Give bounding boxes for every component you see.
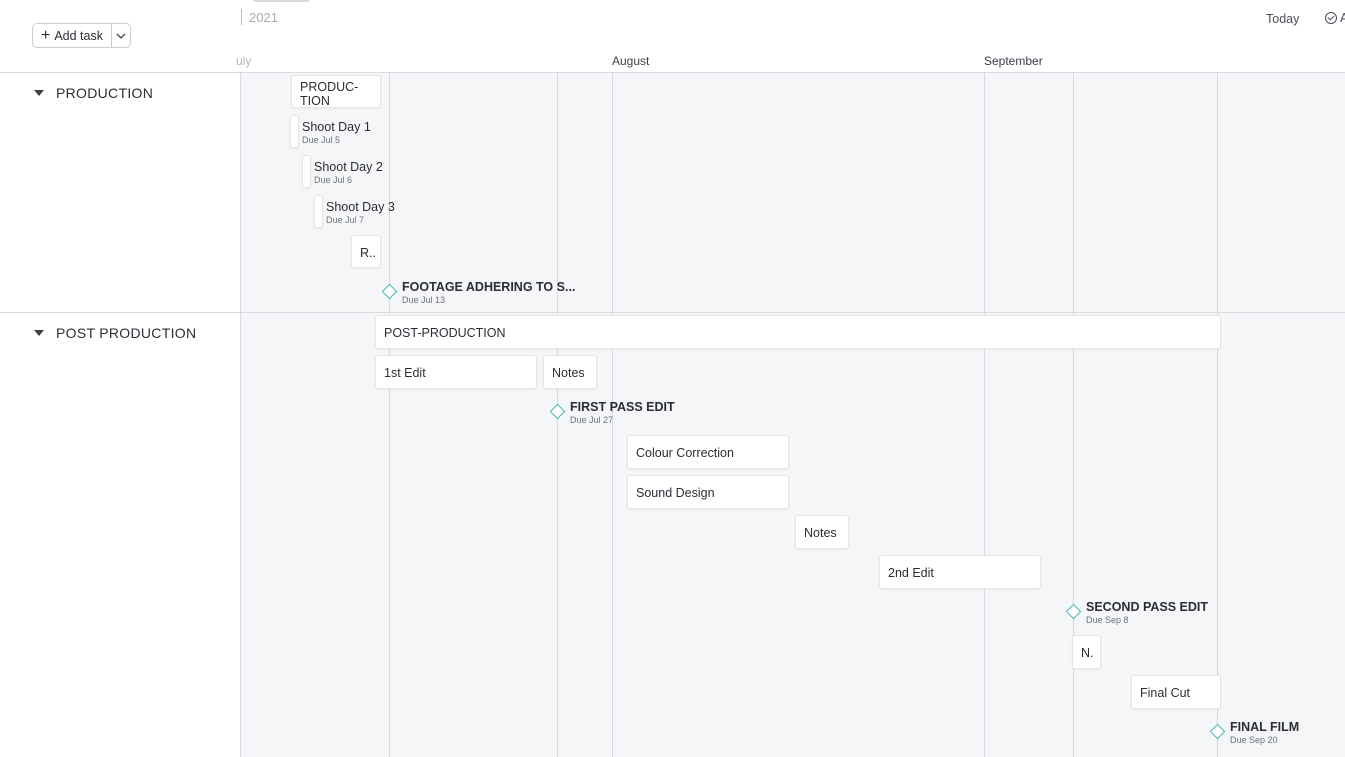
task-bar-shoot-day-3[interactable] [314,195,323,228]
task-bar-production-summary[interactable]: PRODUC- TION [291,75,381,108]
task-label: POST-PRODUCTION [384,326,506,340]
chevron-down-icon [116,33,126,39]
milestone-due-second-pass-edit: Due Sep 8 [1086,615,1129,625]
task-label: Final Cut [1140,686,1191,700]
check-circle-icon[interactable] [1325,12,1337,24]
task-bar-1st-edit[interactable]: 1st Edit [375,355,537,389]
milestone-label-final-film[interactable]: FINAL FILM [1230,720,1299,734]
group-title: POST PRODUCTION [56,325,197,341]
task-label: 1st Edit [384,366,426,380]
group-header-production[interactable]: PRODUCTION [0,73,240,113]
today-button[interactable]: Today [1266,12,1299,26]
task-label: Colour Correction [636,446,734,460]
add-task-button-group: + Add task [32,23,131,48]
add-task-label: Add task [54,28,103,43]
collapse-triangle-icon[interactable] [34,90,44,96]
task-label-shoot-day-1: Shoot Day 1 [302,120,371,134]
task-bar-shoot-day-1[interactable] [290,115,299,148]
milestone-due-first-pass-edit: Due Jul 27 [570,415,614,425]
task-bar-final-cut[interactable]: Final Cut [1131,675,1221,709]
task-label: Sound Design [636,486,715,500]
top-tab-indicator [254,0,309,2]
dependency-line [389,73,390,757]
task-bar-post-production-summary[interactable]: POST-PRODUCTION [375,315,1221,349]
plus-icon: + [41,26,51,44]
add-task-button[interactable]: + Add task [33,24,111,47]
group-header-post-production[interactable]: POST PRODUCTION [0,313,240,353]
task-label: TION [300,94,330,108]
year-label: 2021 [249,10,278,25]
milestone-label-footage[interactable]: FOOTAGE ADHERING TO S... [402,280,575,294]
task-label: R.. [360,246,376,260]
milestone-due-footage: Due Jul 13 [402,295,446,305]
milestone-label-second-pass-edit[interactable]: SECOND PASS EDIT [1086,600,1208,614]
task-label: N. [1081,646,1094,660]
task-bar-notes[interactable]: Notes [543,355,597,389]
task-label-shoot-day-3: Shoot Day 3 [326,200,395,214]
task-bar-colour-correction[interactable]: Colour Correction [627,435,789,469]
year-tick [241,9,242,25]
month-label-july: uly [236,54,252,68]
task-bar-notes[interactable]: Notes [795,515,849,549]
task-bar-2nd-edit[interactable]: 2nd Edit [879,555,1041,589]
truncated-toolbar-label[interactable]: A [1340,11,1345,25]
task-label: Notes [804,526,837,540]
task-bar-shoot-day-2[interactable] [302,155,311,188]
milestone-due-final-film: Due Sep 20 [1230,735,1278,745]
dependency-line [1217,73,1218,757]
task-label: PRODUC- [300,80,359,94]
task-bar-n[interactable]: N. [1072,635,1101,669]
month-gridline-september [984,73,985,757]
milestone-label-first-pass-edit[interactable]: FIRST PASS EDIT [570,400,675,414]
task-label: 2nd Edit [888,566,934,580]
task-due-shoot-day-1: Due Jul 5 [302,135,341,145]
task-bar-sound-design[interactable]: Sound Design [627,475,789,509]
add-task-dropdown-button[interactable] [112,33,130,39]
timeline-canvas [240,73,1345,757]
collapse-triangle-icon[interactable] [34,330,44,336]
task-bar-r[interactable]: R.. [351,235,381,268]
task-label: Notes [552,366,585,380]
month-label-september: September [984,54,1043,68]
task-label-shoot-day-2: Shoot Day 2 [314,160,383,174]
task-due-shoot-day-2: Due Jul 6 [314,175,353,185]
month-label-august: August [612,54,650,68]
group-title: PRODUCTION [56,85,154,101]
task-due-shoot-day-3: Due Jul 7 [326,215,365,225]
